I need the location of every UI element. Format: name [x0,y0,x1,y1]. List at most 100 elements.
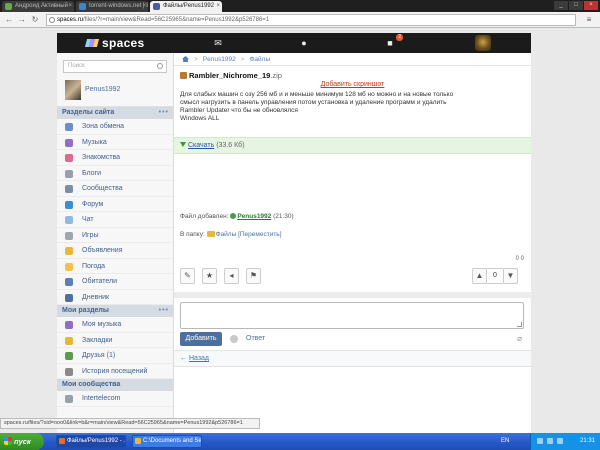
sidebar-item[interactable]: Дневник [57,290,173,305]
browser-tab[interactable]: Файлы/Penus1992 × [150,1,222,12]
added-user-link[interactable]: Penus1992 [237,213,271,220]
breadcrumb-files[interactable]: Файлы [249,53,270,66]
sidebar-user[interactable]: Penus1992 [57,77,173,107]
sidebar-item[interactable]: Объявления [57,243,173,259]
notification-count-badge: 2 [396,34,403,41]
breadcrumb-user[interactable]: Penus1992 [203,53,236,66]
section-header-communities: Мои сообщества [57,379,173,391]
sidebar-item[interactable]: Обитатели [57,274,173,290]
page-info-icon[interactable] [49,17,55,23]
report-flag-icon[interactable]: ⚑ [246,268,261,284]
sidebar-item[interactable]: Сообщества [57,181,173,197]
smiley-icon[interactable] [230,335,238,343]
tab-label: Файлы/Penus1992 [163,3,215,9]
start-button[interactable]: пуск [0,433,44,450]
section-title-my: Мои разделы [62,307,109,314]
browser-tab[interactable]: Андроид Активный × [2,1,74,12]
tray-app-icon[interactable] [557,438,563,444]
sidebar-item[interactable]: Моя музыка [57,317,173,333]
comment-textarea[interactable] [180,302,524,329]
sidebar-item-label: Моя музыка [82,321,122,328]
attach-paperclip-icon[interactable]: ⌀ [517,334,522,343]
taskbar-app-icon [135,438,141,444]
back-link[interactable]: Назад [189,355,209,362]
tab-close-icon[interactable]: × [68,1,72,12]
sidebar-item[interactable]: Музыка [57,135,173,150]
tab-close-icon[interactable]: × [216,1,220,12]
more-dots-icon[interactable]: ••• [159,107,169,119]
maximize-button[interactable]: □ [569,1,583,10]
taskbar-item[interactable]: Файлы/Penus1992 - ... [56,435,126,448]
back-arrow-icon[interactable]: ← [4,15,14,25]
tray-network-icon[interactable] [537,438,543,444]
home-icon[interactable] [182,56,189,62]
like-icon[interactable]: ▲ [472,268,487,284]
reload-icon[interactable]: ↻ [30,15,40,25]
sidebar-item[interactable]: История посещений [57,364,173,379]
windows-flag-icon [4,437,12,445]
sidebar-item[interactable]: Знакомства [57,150,173,166]
sidebar-item[interactable]: Блоги [57,166,173,181]
comment-actions: Добавить Ответ ⌀ [180,332,524,346]
url-path: /files/?r=main/view&Read=56C25965&name=P… [83,17,270,23]
system-tray: EN 21:31 [501,433,600,450]
forward-arrow-icon[interactable]: → [17,15,27,25]
reply-link[interactable]: Ответ [246,332,265,346]
resize-handle-icon[interactable] [517,322,522,327]
tab-close-icon[interactable]: × [142,1,146,12]
move-link[interactable]: [Переместить] [238,231,281,238]
sidebar-item-icon [65,216,73,224]
url-input[interactable]: spaces.ru/files/?r=main/view&Read=56C259… [46,14,576,26]
more-dots-icon[interactable]: ••• [159,305,169,317]
browser-status-bar: spaces.ru/files/?sid=ooo0&link=b&r=main/… [0,418,260,429]
browser-tab[interactable]: torrent-windows.net | Бесплатно× [76,1,148,12]
chat-icon[interactable]: ● [297,37,311,49]
sidebar-item-icon [65,185,73,193]
section-header-my: Мои разделы ••• [57,305,173,317]
sidebar-user-name[interactable]: Penus1992 [85,86,120,93]
browser-menu-icon[interactable]: ≡ [584,15,594,25]
added-time: (21:30) [273,213,294,220]
site-logo[interactable]: spaces [84,36,145,50]
search-icon[interactable] [157,63,163,69]
taskbar-item[interactable]: C:\Documents and Se... [132,435,202,448]
user-avatar[interactable] [65,80,81,100]
dislike-icon[interactable]: ▼ [503,268,518,284]
site-header: spaces ✉ ● ■ 2 [57,33,531,53]
sidebar-item[interactable]: Друзья (1) [57,348,173,364]
logo-mark-icon [84,37,100,49]
sidebar-item[interactable]: Погода [57,259,173,274]
close-window-button[interactable]: × [584,1,598,10]
download-link[interactable]: Скачать [188,142,214,149]
taskbar: пуск Файлы/Penus1992 - ... C:\Documents a… [0,433,600,450]
sidebar-item-icon [65,169,73,178]
share-icon[interactable]: ◂ [224,268,239,284]
download-bar: Скачать (33.6 Кб) [174,137,531,154]
edit-pencil-icon[interactable]: ✎ [180,268,195,284]
submit-comment-button[interactable]: Добавить [180,332,222,346]
favorite-star-icon[interactable]: ★ [202,268,217,284]
mail-icon[interactable]: ✉ [211,37,225,49]
language-indicator[interactable]: EN [501,433,509,450]
sidebar-item-icon [65,321,73,329]
sidebar-item-label: Сообщества [82,185,123,192]
sidebar-item[interactable]: Закладки [57,333,173,348]
sidebar-item[interactable]: Зона обмена [57,119,173,135]
notifications-icon[interactable]: ■ 2 [383,34,403,49]
sidebar-item-label: Объявления [82,247,123,254]
folder-link[interactable]: Файлы [216,231,237,238]
file-title: Rambler_Nichrome_19.zip [180,71,525,80]
sidebar-item[interactable]: Игры [57,228,173,243]
header-avatar[interactable] [475,35,491,51]
sidebar-item-label: Intertelecom [82,395,121,402]
minimize-button[interactable]: _ [554,1,568,10]
sidebar-item[interactable]: Форум [57,197,173,212]
sidebar-item[interactable]: Чат [57,212,173,228]
sidebar-item-icon [65,336,73,345]
tray-volume-icon[interactable] [547,438,553,444]
sidebar-item[interactable]: Intertelecom [57,391,173,407]
sidebar-item-icon [65,278,73,286]
url-site: spaces.ru [57,17,84,23]
add-screenshot-link[interactable]: Добавить скриншот [174,81,531,88]
search-input[interactable]: Поиск [63,60,167,73]
